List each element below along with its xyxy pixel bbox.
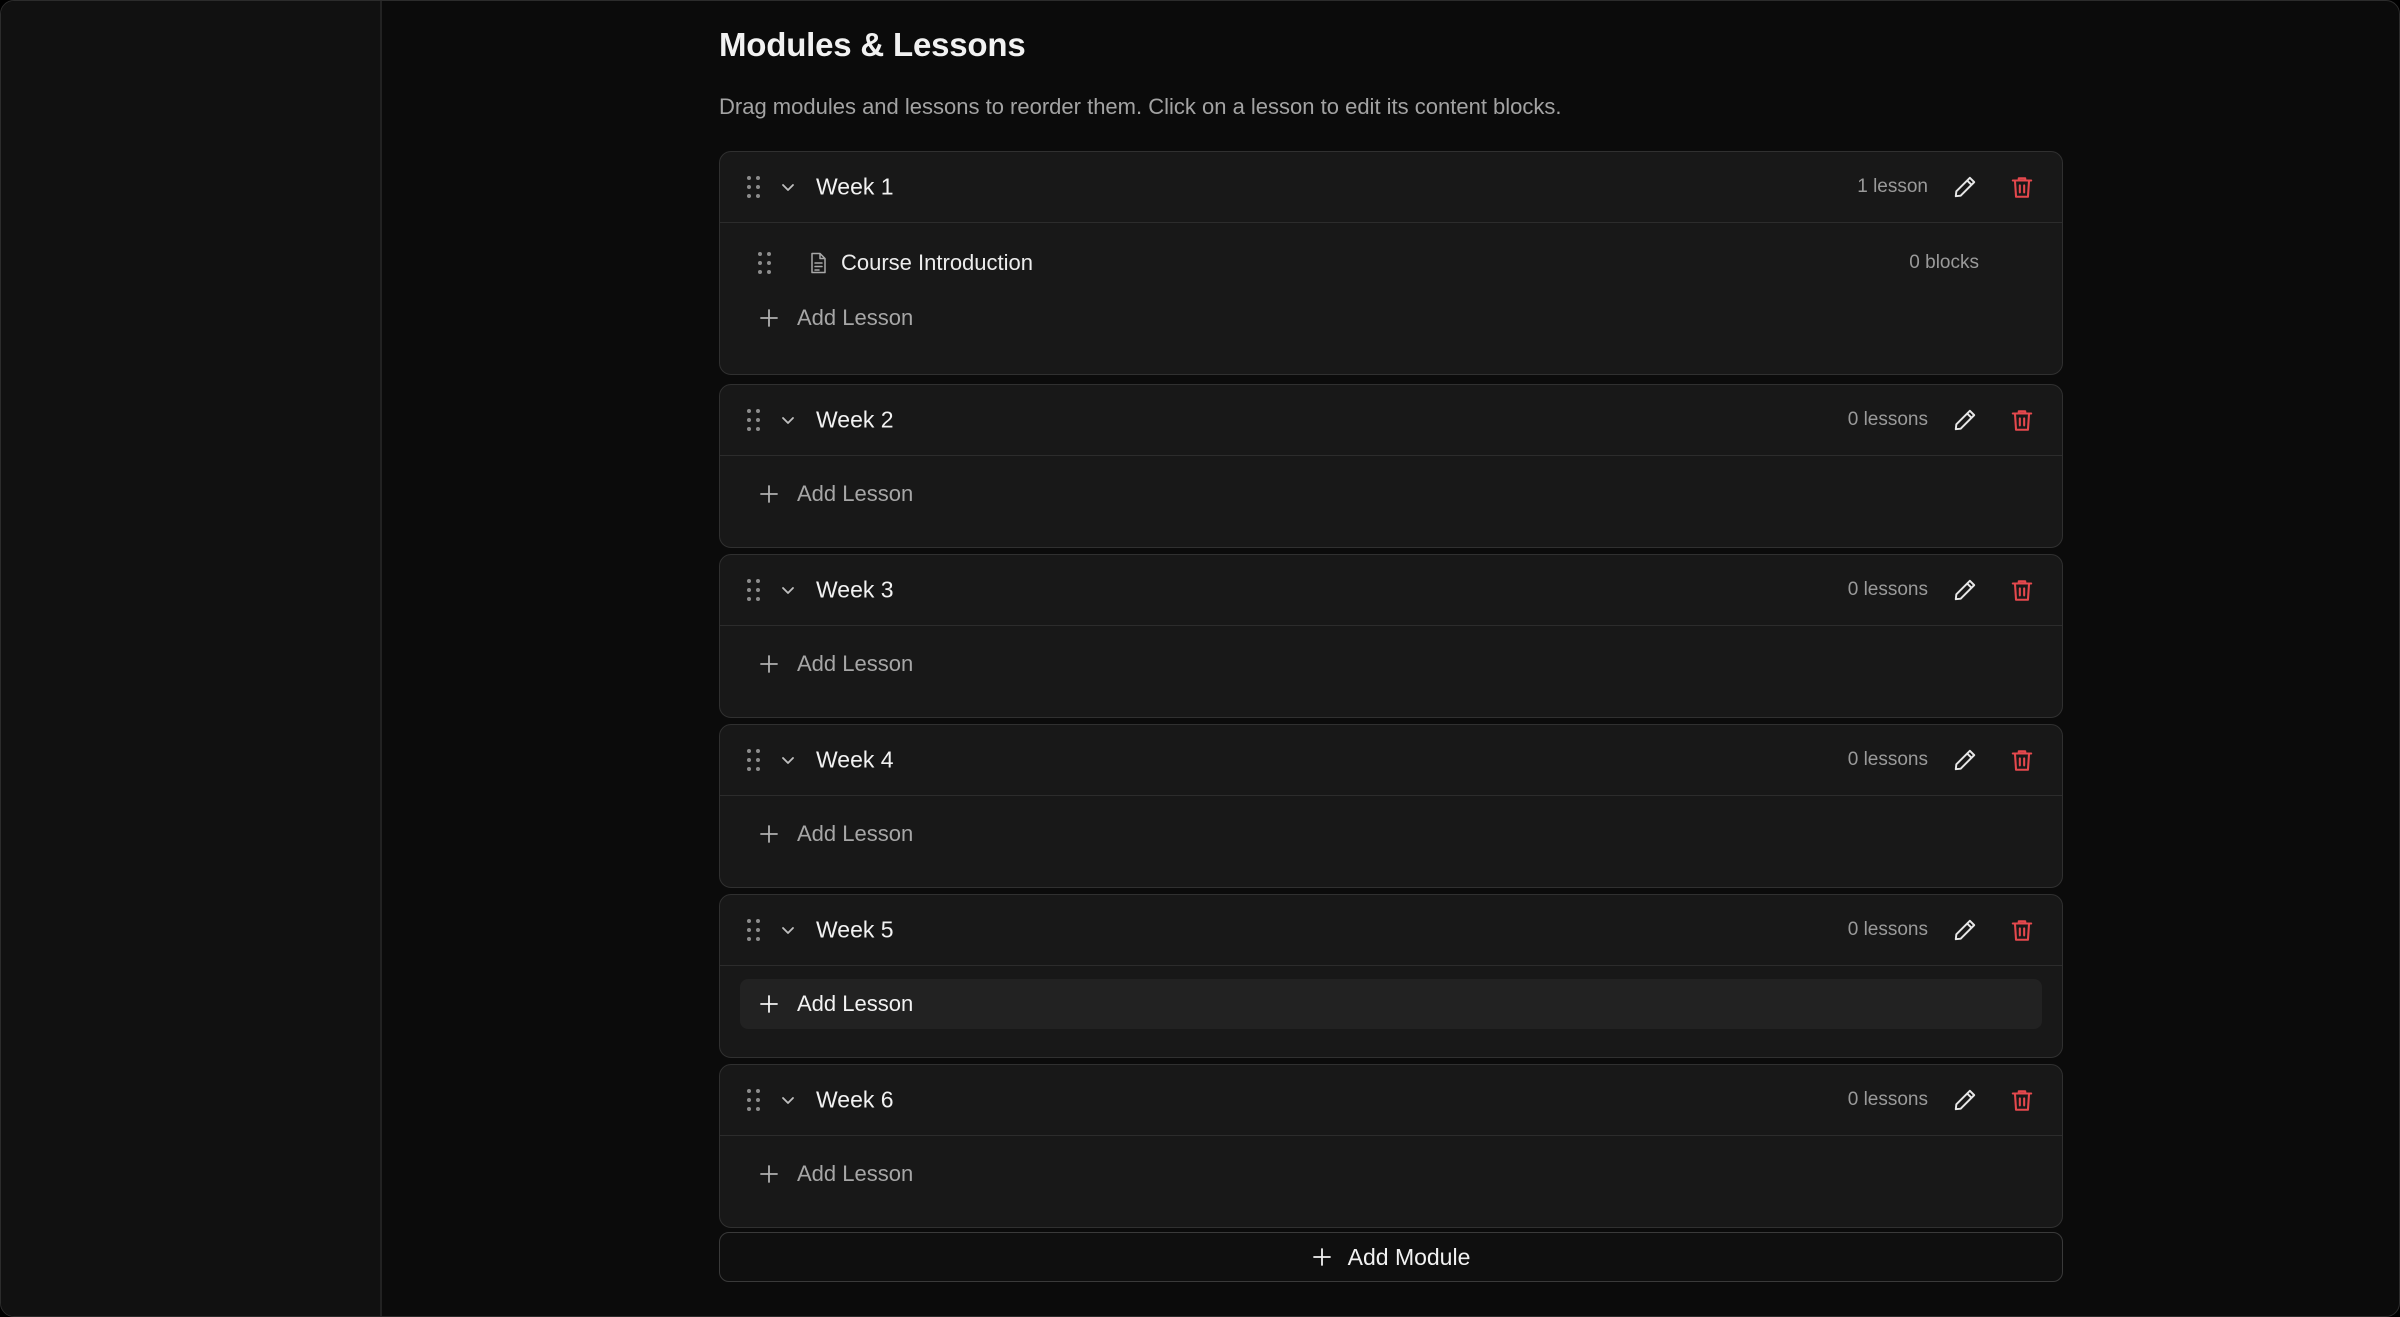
plus-icon: [760, 995, 778, 1013]
edit-module-button[interactable]: [1951, 576, 1979, 604]
trash-icon: [2011, 410, 2033, 431]
add-lesson-button[interactable]: Add Lesson: [740, 293, 2042, 343]
edit-module-button[interactable]: [1951, 406, 1979, 434]
module-header[interactable]: Week 6 0 lessons: [720, 1065, 2062, 1136]
trash-icon: [2011, 177, 2033, 198]
delete-module-button[interactable]: [2008, 576, 2036, 604]
edit-module-button[interactable]: [1951, 173, 1979, 201]
pencil-icon: [1954, 579, 1976, 601]
chevron-down-icon[interactable]: [780, 179, 796, 195]
module-title: Week 5: [816, 916, 894, 943]
add-lesson-button[interactable]: Add Lesson: [740, 639, 2042, 689]
module-body: Add Lesson: [720, 1149, 2062, 1227]
plus-icon: [760, 309, 778, 327]
plus-icon: [1312, 1248, 1331, 1266]
page-title: Modules & Lessons: [719, 26, 1026, 63]
module-title: Week 1: [816, 173, 894, 200]
pencil-icon: [1954, 176, 1976, 198]
lesson-count: 0 lessons: [1847, 919, 1928, 940]
lesson-count: 0 lessons: [1847, 409, 1928, 430]
delete-module-button[interactable]: [2008, 916, 2036, 944]
drag-handle-icon[interactable]: [747, 919, 760, 941]
add-lesson-button[interactable]: Add Lesson: [740, 469, 2042, 519]
drag-handle-icon[interactable]: [747, 409, 760, 431]
lesson-title: Course Introduction: [841, 250, 1033, 275]
lesson-count: 0 lessons: [1847, 1089, 1928, 1110]
page-description: Drag modules and lessons to reorder them…: [719, 94, 1562, 119]
add-lesson-label: Add Lesson: [797, 991, 914, 1016]
pencil-icon: [1954, 409, 1976, 431]
add-lesson-button[interactable]: Add Lesson: [740, 809, 2042, 859]
delete-module-button[interactable]: [2008, 173, 2036, 201]
module-title: Week 2: [816, 406, 894, 433]
drag-handle-icon[interactable]: [747, 579, 760, 601]
add-lesson-button[interactable]: Add Lesson: [740, 1149, 2042, 1199]
add-lesson-label: Add Lesson: [797, 305, 914, 330]
plus-icon: [760, 485, 778, 503]
document-icon: [811, 252, 826, 274]
module-title: Week 3: [816, 576, 894, 603]
plus-icon: [760, 1165, 778, 1183]
chevron-down-icon[interactable]: [780, 1092, 796, 1108]
lesson-row[interactable]: Course Introduction 0 blocks: [740, 233, 2042, 293]
delete-module-button[interactable]: [2008, 1086, 2036, 1114]
module-card: Week 6 0 lessons Add Lesson: [719, 1064, 2063, 1228]
module-card: Week 1 1 lesson Course Introduction 0 bl…: [719, 151, 2063, 375]
module-header[interactable]: Week 2 0 lessons: [720, 385, 2062, 456]
app-window: Modules & Lessons Drag modules and lesso…: [0, 0, 2400, 1317]
module-card: Week 4 0 lessons Add Lesson: [719, 724, 2063, 888]
trash-icon: [2011, 750, 2033, 771]
edit-module-button[interactable]: [1951, 916, 1979, 944]
trash-icon: [2011, 920, 2033, 941]
add-lesson-label: Add Lesson: [797, 821, 914, 846]
add-lesson-label: Add Lesson: [797, 481, 914, 506]
pencil-icon: [1954, 1089, 1976, 1111]
edit-module-button[interactable]: [1951, 746, 1979, 774]
plus-icon: [760, 825, 778, 843]
lesson-count: 0 lessons: [1847, 579, 1928, 600]
add-lesson-label: Add Lesson: [797, 1161, 914, 1186]
module-card: Week 3 0 lessons Add Lesson: [719, 554, 2063, 718]
lesson-count: 0 lessons: [1847, 749, 1928, 770]
plus-icon: [760, 655, 778, 673]
trash-icon: [2011, 1090, 2033, 1111]
module-body: Add Lesson: [720, 979, 2062, 1057]
delete-module-button[interactable]: [2008, 746, 2036, 774]
add-module-label: Add Module: [1347, 1243, 1471, 1270]
drag-handle-icon[interactable]: [747, 1089, 760, 1111]
module-body: Add Lesson: [720, 809, 2062, 887]
module-header[interactable]: Week 5 0 lessons: [720, 895, 2062, 966]
trash-icon: [2011, 580, 2033, 601]
module-card: Week 2 0 lessons Add Lesson: [719, 384, 2063, 548]
pencil-icon: [1954, 749, 1976, 771]
block-count: 0 blocks: [1909, 252, 1979, 273]
module-header[interactable]: Week 4 0 lessons: [720, 725, 2062, 796]
chevron-down-icon[interactable]: [780, 582, 796, 598]
module-body: Add Lesson: [720, 639, 2062, 717]
edit-module-button[interactable]: [1951, 1086, 1979, 1114]
sidebar: [1, 1, 382, 1316]
add-module-button[interactable]: Add Module: [719, 1232, 2063, 1282]
chevron-down-icon[interactable]: [780, 752, 796, 768]
drag-handle-icon[interactable]: [747, 749, 760, 771]
pencil-icon: [1954, 919, 1976, 941]
module-title: Week 6: [816, 1086, 894, 1113]
module-header[interactable]: Week 3 0 lessons: [720, 555, 2062, 626]
add-lesson-button[interactable]: Add Lesson: [740, 979, 2042, 1029]
module-title: Week 4: [816, 746, 894, 773]
drag-handle-icon[interactable]: [758, 252, 771, 274]
module-card: Week 5 0 lessons Add Lesson: [719, 894, 2063, 1058]
drag-handle-icon[interactable]: [747, 176, 760, 198]
module-header[interactable]: Week 1 1 lesson: [720, 152, 2062, 223]
lesson-count: 1 lesson: [1857, 176, 1928, 197]
module-body: Add Lesson: [720, 469, 2062, 547]
add-lesson-label: Add Lesson: [797, 651, 914, 676]
chevron-down-icon[interactable]: [780, 922, 796, 938]
module-body: Course Introduction 0 blocks Add Lesson: [720, 233, 2062, 374]
delete-module-button[interactable]: [2008, 406, 2036, 434]
chevron-down-icon[interactable]: [780, 412, 796, 428]
